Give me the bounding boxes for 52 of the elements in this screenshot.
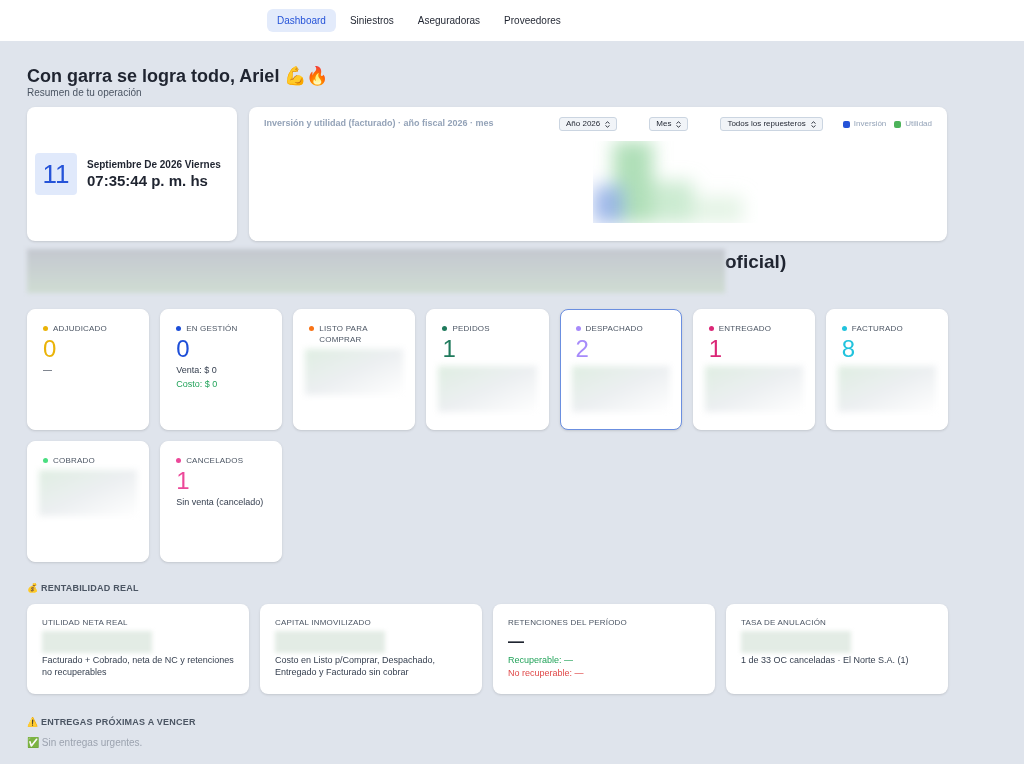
status-label: ADJUDICADO xyxy=(53,323,108,334)
status-label: COBRADO xyxy=(53,455,96,466)
chart-title: Inversión y utilidad (facturado) · año fiscal 2026 · mes xyxy=(264,117,495,131)
metric-detail: No recuperable: — xyxy=(508,666,585,679)
status-count: 1 xyxy=(708,336,724,362)
legend-label: Inversión xyxy=(853,118,887,130)
chevron-updown-icon xyxy=(810,120,816,128)
nav-tab[interactable]: Proveedores xyxy=(494,9,571,32)
status-label: DESPACHADO xyxy=(585,323,644,334)
metric-detail: Recuperable: — xyxy=(508,653,575,666)
section-heading: oficial) xyxy=(725,249,787,274)
select-dropdown[interactable]: Año 2026 xyxy=(559,117,618,131)
chevron-updown-icon xyxy=(676,120,682,128)
section-heading: ⚠ ENTREGAS PRÓXIMAS A VENCER xyxy=(27,715,197,729)
status-count: 0 xyxy=(176,336,191,362)
select-dropdown[interactable]: Mes xyxy=(649,117,689,131)
legend-label: Utilidad xyxy=(905,118,932,130)
status-label: CANCELADOS xyxy=(186,455,245,466)
status-detail: Costo: $ 0 xyxy=(176,378,219,390)
greeting-title: Con garra se logra todo, Ariel 💪🔥 xyxy=(27,65,330,87)
greeting-subtitle: Resumen de tu operación xyxy=(27,87,143,99)
chevron-updown-icon xyxy=(605,120,611,128)
metric-title: UTILIDAD NETA REAL xyxy=(42,616,129,629)
status-label: PEDIDOS xyxy=(452,323,491,334)
date-text: Septiembre De 2026 Viernes xyxy=(87,157,221,171)
status-count: 0 xyxy=(43,336,58,362)
nav-tab[interactable]: Dashboard xyxy=(267,9,336,32)
status-label: LISTO PARA COMPRAR xyxy=(319,323,369,345)
metric-detail: Facturado + Cobrado, neta de NC y retenciones no recuperables xyxy=(42,653,234,678)
metric-title: TASA DE ANULACIÓN xyxy=(741,616,828,629)
metric-title: RETENCIONES DEL PERÍODO xyxy=(508,616,628,629)
metric-value: — xyxy=(508,631,525,652)
nav-tab[interactable]: Aseguradoras xyxy=(407,9,491,32)
metric-detail: 1 de 33 OC canceladas · El Norte S.A. (1) xyxy=(741,653,910,666)
metric-title: CAPITAL INMOVILIZADO xyxy=(275,616,372,629)
empty-message: ✅ Sin entregas urgentes. xyxy=(27,736,144,750)
status-count: 1 xyxy=(442,336,457,362)
status-count: 8 xyxy=(841,336,857,362)
status-detail: Venta: $ 0 xyxy=(176,364,218,376)
status-label: FACTURADO xyxy=(851,323,904,334)
status-label: EN GESTIÓN xyxy=(186,323,239,334)
status-label: ENTREGADO xyxy=(718,323,773,334)
nav-tab[interactable]: Siniestros xyxy=(339,9,404,32)
status-count: 2 xyxy=(575,336,590,362)
time-text: 07:35:44 p. m. hs xyxy=(87,170,209,191)
select-dropdown[interactable]: Todos los repuesteros xyxy=(720,117,823,131)
status-detail: — xyxy=(43,364,53,376)
metric-detail: Costo en Listo p/Comprar, Despachado, Entregado y Facturado sin cobrar xyxy=(275,653,437,678)
status-detail: Sin venta (cancelado) xyxy=(176,496,265,508)
status-count: 1 xyxy=(176,468,191,494)
section-heading: 💰 RENTABILIDAD REAL xyxy=(27,582,140,595)
day-badge: 11 xyxy=(35,153,77,195)
